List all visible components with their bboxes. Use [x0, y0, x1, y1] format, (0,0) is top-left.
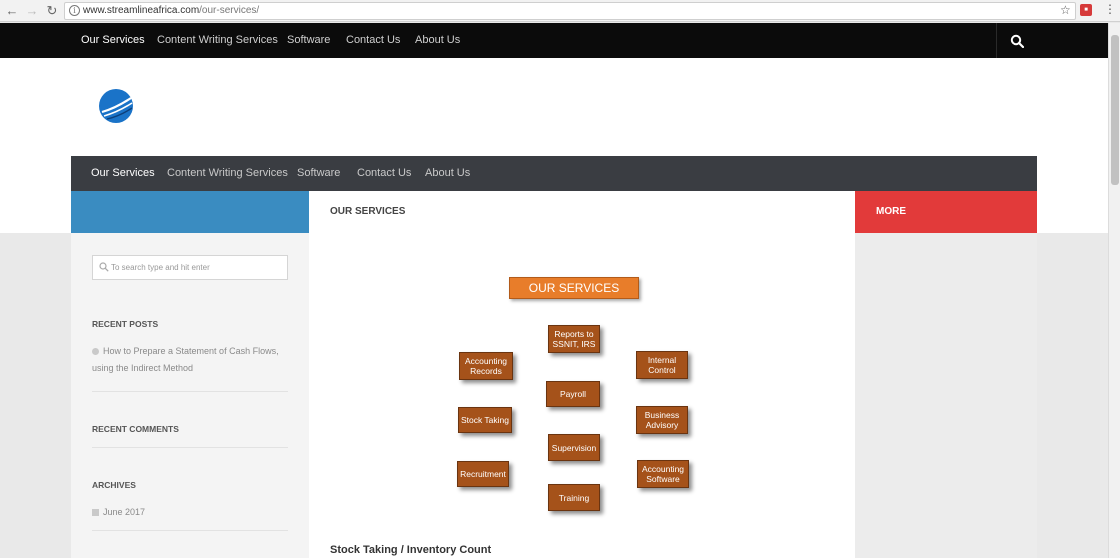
- sidebar-search-input[interactable]: To search type and hit enter: [92, 255, 288, 280]
- info-icon[interactable]: i: [69, 5, 80, 16]
- scrollbar-thumb[interactable]: [1111, 35, 1119, 185]
- left-sidebar: To search type and hit enter RECENT POST…: [71, 233, 309, 558]
- widget-divider: [92, 530, 288, 531]
- widget-divider: [92, 391, 288, 392]
- browser-toolbar: ← → ↻ i www.streamlineafrica.com/our-ser…: [0, 0, 1120, 22]
- back-arrow-icon[interactable]: ←: [4, 3, 20, 19]
- archive-item-label: June 2017: [103, 507, 146, 517]
- archive-link[interactable]: June 2017: [92, 504, 292, 521]
- mainnav-content-writing[interactable]: Content Writing Services: [167, 156, 288, 191]
- diagram-box-accounting-software: Accounting Software: [637, 460, 689, 488]
- recent-post-line2: using the Indirect Method: [92, 363, 194, 373]
- more-label: MORE: [876, 206, 906, 217]
- search-icon[interactable]: [1010, 34, 1024, 48]
- topnav-contact-us[interactable]: Contact Us: [346, 23, 400, 58]
- mainnav-contact-us[interactable]: Contact Us: [357, 156, 411, 191]
- recent-post-line1: How to Prepare a Statement of Cash Flows…: [103, 346, 279, 356]
- mainnav-software[interactable]: Software: [297, 156, 340, 191]
- url-host: www.streamlineafrica.com: [83, 5, 200, 16]
- recent-posts-title: RECENT POSTS: [92, 319, 159, 329]
- site-logo-icon[interactable]: [98, 88, 134, 124]
- reload-icon[interactable]: ↻: [44, 3, 60, 19]
- browser-menu-icon[interactable]: ⋮: [1104, 2, 1116, 16]
- archives-title: ARCHIVES: [92, 480, 136, 490]
- topnav-software[interactable]: Software: [287, 23, 330, 58]
- top-navigation: Our Services Content Writing Services So…: [0, 23, 1108, 58]
- diagram-box-recruitment: Recruitment: [457, 461, 509, 487]
- recent-comments-title: RECENT COMMENTS: [92, 424, 179, 434]
- extension-icon[interactable]: ■: [1080, 4, 1092, 16]
- sidebar-header-bar: [71, 191, 309, 233]
- page-title: OUR SERVICES: [330, 206, 406, 217]
- section-heading: Stock Taking / Inventory Count: [330, 544, 492, 556]
- topnav-content-writing[interactable]: Content Writing Services: [157, 23, 278, 58]
- magnifier-icon: [99, 262, 109, 272]
- main-navigation: Our Services Content Writing Services So…: [71, 156, 1037, 191]
- diagram-box-accounting-records: Accounting Records: [459, 352, 513, 380]
- diagram-box-stock-taking: Stock Taking: [458, 407, 512, 433]
- diagram-title: OUR SERVICES: [509, 277, 639, 299]
- url-path: /our-services/: [199, 5, 260, 16]
- main-content: OUR SERVICES OUR SERVICES Reports to SSN…: [309, 191, 855, 558]
- topnav-our-services[interactable]: Our Services: [81, 23, 145, 58]
- more-bar[interactable]: MORE: [855, 191, 1037, 233]
- page-scrollbar[interactable]: [1108, 23, 1120, 558]
- recent-post-link[interactable]: How to Prepare a Statement of Cash Flows…: [92, 343, 292, 377]
- address-bar[interactable]: i www.streamlineafrica.com/our-services/: [64, 2, 1076, 20]
- diagram-box-payroll: Payroll: [546, 381, 600, 407]
- post-bullet-icon: [92, 348, 99, 356]
- right-sidebar: [855, 233, 1037, 558]
- topnav-about-us[interactable]: About Us: [415, 23, 460, 58]
- diagram-box-supervision: Supervision: [548, 434, 600, 461]
- bookmark-star-icon[interactable]: ☆: [1060, 3, 1071, 17]
- forward-arrow-icon[interactable]: →: [24, 3, 40, 19]
- calendar-icon: [92, 509, 99, 517]
- diagram-box-business-advisory: Business Advisory: [636, 406, 688, 434]
- diagram-box-reports: Reports to SSNIT, IRS: [548, 325, 600, 353]
- widget-divider: [92, 447, 288, 448]
- mainnav-our-services[interactable]: Our Services: [91, 156, 155, 191]
- search-placeholder: To search type and hit enter: [111, 263, 210, 272]
- diagram-box-internal-control: Internal Control: [636, 351, 688, 379]
- diagram-box-training: Training: [548, 484, 600, 511]
- mainnav-about-us[interactable]: About Us: [425, 156, 470, 191]
